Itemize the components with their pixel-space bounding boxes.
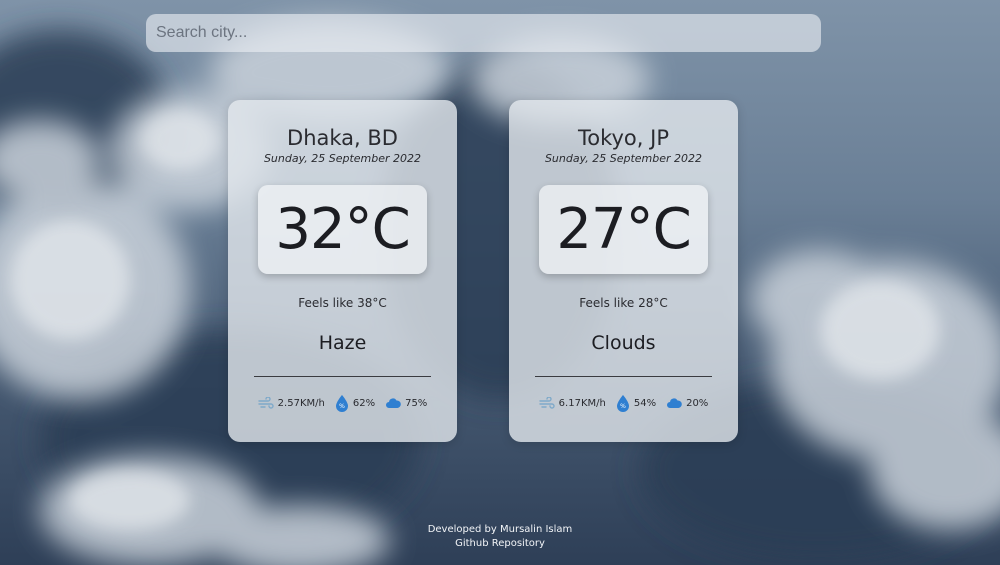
clouds-value: 75% — [405, 397, 428, 409]
developer-credit: Developed by Mursalin Islam — [427, 524, 573, 535]
search-bar — [146, 14, 821, 52]
date-label: Sunday, 25 September 2022 — [263, 152, 422, 165]
feels-like-label: Feels like 28°C — [579, 296, 668, 310]
date-label: Sunday, 25 September 2022 — [544, 152, 703, 165]
cloudy-sky-background — [0, 0, 1000, 565]
condition-label: Clouds — [591, 332, 656, 354]
footer: Developed by Mursalin Islam Github Repos… — [0, 523, 1000, 551]
feels-like-label: Feels like 38°C — [298, 296, 387, 310]
weather-card-tokyo: Tokyo, JP Sunday, 25 September 2022 27°C… — [509, 100, 738, 442]
svg-text:%: % — [339, 403, 345, 410]
water-drop-icon: % — [616, 395, 629, 412]
wind-stat: 6.17KM/h — [538, 397, 606, 409]
cloud-icon — [386, 398, 401, 408]
wind-value: 6.17KM/h — [558, 397, 606, 409]
wind-stat: 2.57KM/h — [257, 397, 325, 409]
wind-icon — [257, 397, 274, 409]
temperature-value: 27°C — [556, 197, 691, 262]
divider — [535, 376, 712, 377]
weather-stats: 2.57KM/h % 62% 75% — [228, 394, 457, 412]
cloud-icon — [667, 398, 682, 408]
temperature-box: 32°C — [258, 185, 427, 274]
search-input[interactable] — [146, 14, 821, 52]
temperature-value: 32°C — [275, 197, 410, 262]
wind-value: 2.57KM/h — [277, 397, 325, 409]
temperature-box: 27°C — [539, 185, 708, 274]
clouds-stat: 75% — [385, 397, 427, 409]
humidity-stat: % 54% — [616, 394, 656, 412]
humidity-stat: % 62% — [335, 394, 375, 412]
city-name: Tokyo, JP — [577, 126, 669, 150]
humidity-value: 62% — [352, 397, 376, 409]
divider — [254, 376, 431, 377]
clouds-value: 20% — [686, 397, 709, 409]
weather-card-dhaka: Dhaka, BD Sunday, 25 September 2022 32°C… — [228, 100, 457, 442]
humidity-value: 54% — [633, 397, 657, 409]
svg-text:%: % — [620, 403, 626, 410]
water-drop-icon: % — [335, 395, 348, 412]
weather-stats: 6.17KM/h % 54% 20% — [509, 394, 738, 412]
wind-icon — [538, 397, 555, 409]
condition-label: Haze — [318, 332, 367, 354]
city-name: Dhaka, BD — [287, 126, 398, 150]
github-repository-link[interactable]: Github Repository — [455, 538, 545, 549]
clouds-stat: 20% — [666, 397, 708, 409]
